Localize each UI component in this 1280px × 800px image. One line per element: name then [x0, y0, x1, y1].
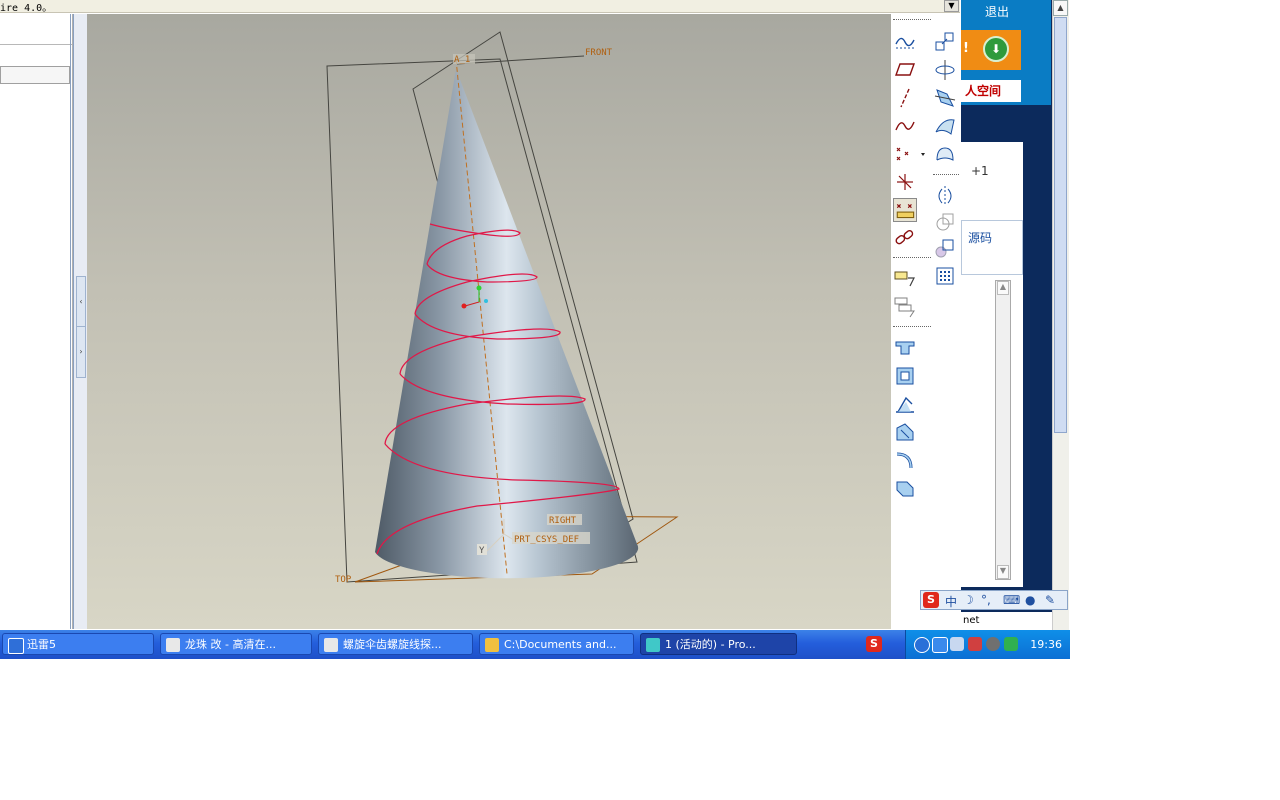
textarea-scrollbar[interactable]: ▲ ▼	[995, 280, 1011, 580]
download-banner[interactable]: ! ⬇	[961, 30, 1021, 70]
mirror-axis-icon[interactable]	[933, 58, 957, 82]
volume-icon[interactable]	[968, 637, 982, 651]
clock: 19:36	[1030, 638, 1062, 651]
ie-icon	[166, 638, 180, 652]
merge-icon[interactable]	[933, 210, 957, 234]
source-code-box[interactable]: 源码	[961, 220, 1023, 275]
sketch-curve-icon[interactable]	[893, 30, 917, 54]
source-code-label: 源码	[968, 231, 993, 245]
chamfer-icon[interactable]	[893, 476, 917, 500]
model-tree-panel	[0, 14, 73, 629]
punctuation-icon[interactable]: °,	[981, 593, 991, 607]
comment-textarea[interactable]	[961, 280, 996, 580]
banner-exclaim: !	[963, 41, 969, 56]
thunder-icon	[8, 638, 24, 654]
window-title: ire 4.0。	[0, 3, 53, 14]
panel-divider	[0, 44, 72, 45]
ime-mode-label[interactable]: 中	[945, 593, 957, 610]
settings-wrench-icon[interactable]: ✎	[1045, 593, 1055, 607]
task-label: 螺旋伞齿螺旋线探...	[343, 638, 442, 651]
task-label: C:\Documents and...	[504, 638, 617, 651]
annotation-edit-icon[interactable]	[893, 294, 917, 318]
ime-toolbar[interactable]: S 中 ☽ °, ⌨ ● ✎	[920, 590, 1068, 610]
shield-icon[interactable]	[1004, 637, 1018, 651]
toolbar-separator	[893, 19, 931, 20]
task-label: 1 (活动的) - Pro...	[665, 638, 756, 651]
datum-plane-icon[interactable]	[893, 58, 917, 82]
copy-icon[interactable]	[933, 30, 957, 54]
graphics-window[interactable]: A_1 FRONT RIGHT TOP PRT_CSYS_DEF Y	[87, 14, 891, 629]
table-icon[interactable]	[933, 264, 957, 288]
trim-icon[interactable]	[933, 86, 957, 110]
task-label: 龙珠 改 - 高清在...	[185, 638, 276, 651]
scroll-down-icon[interactable]: ▼	[997, 565, 1009, 579]
dropdown-arrow-icon[interactable]: ▼	[944, 0, 959, 12]
annotation-icon[interactable]	[893, 266, 917, 290]
toolbar-separator	[893, 257, 931, 258]
right-label[interactable]: RIGHT	[549, 516, 577, 526]
soft-keyboard-icon[interactable]: ⌨	[1003, 593, 1020, 607]
task-ie-dragonball[interactable]: 龙珠 改 - 高清在...	[160, 633, 312, 655]
scroll-up-icon[interactable]: ▲	[997, 281, 1009, 295]
exit-link[interactable]: 退出	[985, 3, 1009, 20]
link-icon[interactable]	[893, 226, 917, 250]
draft-icon[interactable]	[893, 392, 917, 416]
extrude-cut-icon[interactable]	[893, 336, 917, 360]
sogou-logo-icon[interactable]: S	[923, 592, 939, 608]
datum-point-icon[interactable]	[893, 142, 929, 166]
csys-label[interactable]: PRT_CSYS_DEF	[514, 535, 579, 545]
back-arrow-icon[interactable]	[932, 637, 948, 653]
task-ie-helix[interactable]: 螺旋伞齿螺旋线探...	[318, 633, 473, 655]
sogou-taskbar-icon[interactable]: S	[866, 636, 882, 652]
browser-content-panel: +1 源码 ▲ ▼	[961, 142, 1023, 587]
task-label: 迅雷5	[27, 638, 56, 651]
round-icon[interactable]	[893, 448, 917, 472]
collapse-left-icon[interactable]: ‹	[76, 276, 86, 328]
proe-icon	[646, 638, 660, 652]
datum-axis-icon[interactable]	[893, 86, 917, 110]
toolbar-separator	[933, 174, 959, 175]
mirror-icon[interactable]	[933, 184, 957, 208]
datum-curve-icon[interactable]	[893, 114, 917, 138]
title-bar: ire 4.0。	[0, 0, 960, 14]
browser-header: 退出 ! ⬇ 人空间	[961, 0, 1051, 105]
folder-icon	[485, 638, 499, 652]
top-label[interactable]: TOP	[335, 575, 352, 585]
cone-body[interactable]	[375, 69, 639, 579]
feature-toolbar	[891, 14, 961, 629]
rib-icon[interactable]	[893, 420, 917, 444]
model-tree-field[interactable]	[0, 66, 70, 84]
personal-space-link[interactable]: 人空间	[961, 80, 1021, 102]
user-icon[interactable]: ●	[1025, 593, 1035, 607]
front-label[interactable]: FRONT	[585, 48, 613, 58]
plus-one-label[interactable]: +1	[971, 164, 989, 178]
expand-right-icon[interactable]: ›	[76, 326, 86, 378]
datum-csys-icon[interactable]	[893, 170, 917, 194]
y-axis-label: Y	[479, 546, 485, 556]
network-globe-icon[interactable]	[914, 637, 930, 653]
security-icon[interactable]	[986, 637, 1000, 651]
system-tray: 19:36	[905, 630, 1070, 659]
scroll-thumb[interactable]	[1054, 17, 1067, 433]
shell-icon[interactable]	[893, 364, 917, 388]
browser-scrollbar[interactable]: ▲	[1052, 0, 1069, 630]
analysis-point-icon[interactable]	[893, 198, 917, 222]
surface-icon[interactable]	[933, 114, 957, 138]
scroll-up-icon[interactable]: ▲	[1053, 0, 1068, 16]
task-proe[interactable]: 1 (活动的) - Pro...	[640, 633, 797, 655]
offset-icon[interactable]	[933, 236, 957, 260]
task-thunder[interactable]: 迅雷5	[2, 633, 154, 655]
wireless-icon[interactable]	[950, 637, 964, 651]
panel-border	[70, 14, 71, 629]
boundary-blend-icon[interactable]	[933, 142, 957, 166]
half-width-moon-icon[interactable]: ☽	[963, 593, 974, 607]
download-icon[interactable]: ⬇	[983, 36, 1009, 62]
panel-sash[interactable]: ‹ ›	[73, 14, 88, 629]
ie-icon	[324, 638, 338, 652]
toolbar-separator	[893, 326, 931, 327]
task-explorer[interactable]: C:\Documents and...	[479, 633, 634, 655]
axis-label[interactable]: A_1	[454, 55, 470, 65]
model-viewport[interactable]: A_1 FRONT RIGHT TOP PRT_CSYS_DEF Y	[87, 14, 891, 629]
